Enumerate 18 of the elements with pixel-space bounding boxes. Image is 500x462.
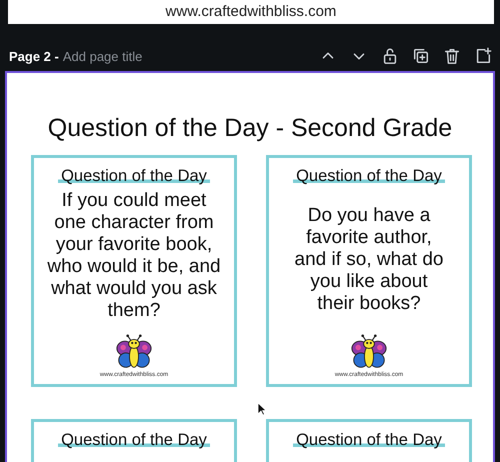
unlock-icon[interactable]: [381, 47, 399, 65]
card-heading: Question of the Day: [58, 431, 210, 450]
page-label: Page 2 -: [9, 48, 59, 64]
question-text: If you could meet one character from your favorite book, who would it be, and what would you ask them?: [47, 190, 221, 323]
duplicate-icon[interactable]: [412, 47, 430, 65]
website-url: www.craftedwithbliss.com: [166, 3, 336, 22]
add-page-icon[interactable]: [474, 47, 492, 65]
card-heading: Question of the Day: [293, 167, 445, 186]
card-heading: Question of the Day: [293, 431, 445, 450]
mouse-cursor-icon: [257, 402, 267, 416]
page-heading: Question of the Day - Second Grade: [46, 113, 454, 143]
trash-icon[interactable]: [443, 47, 461, 65]
page-title-field[interactable]: Add page title: [62, 48, 319, 64]
butterfly-icon: [351, 334, 387, 370]
page-canvas[interactable]: [5, 71, 495, 462]
butterfly-icon: [116, 334, 152, 370]
question-text: Do you have a favorite author, and if so, what do you like about their books?: [294, 204, 444, 316]
card-heading: Question of the Day: [58, 167, 210, 186]
